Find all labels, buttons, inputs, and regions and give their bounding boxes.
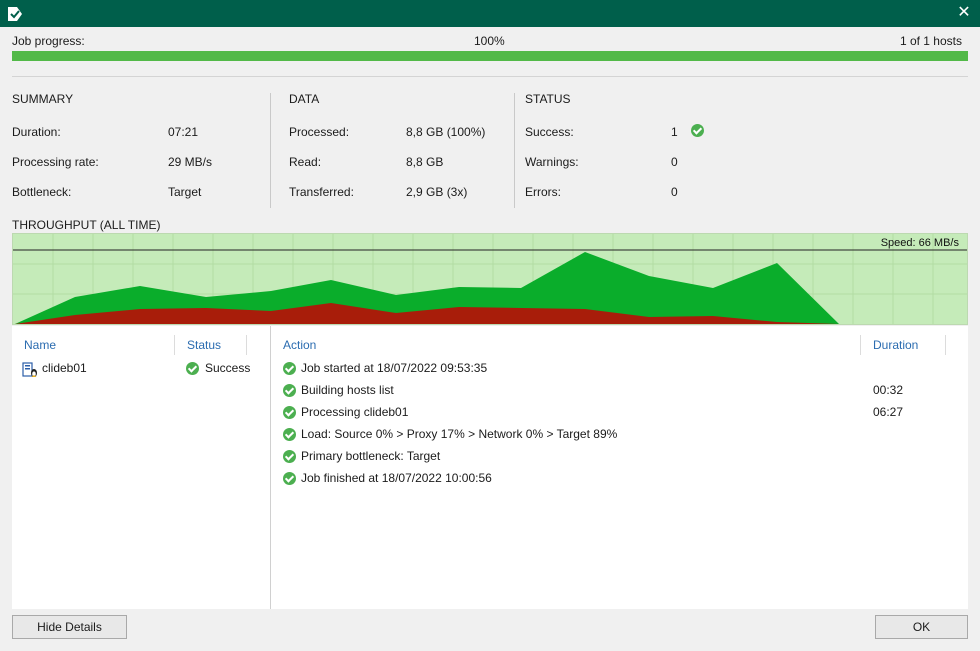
job-progress-percent: 100% bbox=[474, 34, 505, 48]
success-check-icon bbox=[283, 472, 296, 485]
summary-bottleneck-label: Bottleneck: bbox=[12, 185, 72, 199]
data-read-label: Read: bbox=[289, 155, 322, 169]
linux-host-icon bbox=[22, 362, 37, 377]
summary-rate-label: Processing rate: bbox=[12, 155, 99, 169]
throughput-graph bbox=[13, 234, 967, 324]
action-text: Load: Source 0% > Proxy 17% > Network 0%… bbox=[301, 427, 618, 441]
job-progress-bar bbox=[12, 51, 968, 61]
data-processed-label: Processed: bbox=[289, 125, 350, 139]
status-success-label: Success: bbox=[525, 125, 574, 139]
summary-duration-value: 07:21 bbox=[168, 125, 199, 139]
hosts-table: Name Status clideb01 Success bbox=[12, 326, 270, 609]
section-divider bbox=[270, 93, 271, 208]
data-title: DATA bbox=[289, 92, 320, 106]
success-check-icon bbox=[283, 450, 296, 463]
title-bar: ✕ bbox=[0, 0, 980, 27]
actions-table: Action Duration Job started at 18/07/202… bbox=[271, 326, 968, 609]
success-check-icon bbox=[283, 384, 296, 397]
action-duration: 00:32 bbox=[873, 383, 904, 397]
status-warnings-label: Warnings: bbox=[525, 155, 579, 169]
data-transferred-label: Transferred: bbox=[289, 185, 354, 199]
divider bbox=[12, 76, 968, 77]
col-action-header[interactable]: Action bbox=[283, 338, 316, 352]
col-duration-header[interactable]: Duration bbox=[873, 338, 918, 352]
success-check-icon bbox=[186, 362, 199, 375]
action-duration: 06:27 bbox=[873, 405, 904, 419]
job-progress-hosts: 1 of 1 hosts bbox=[899, 34, 962, 48]
status-errors-value: 0 bbox=[671, 185, 678, 199]
action-text: Building hosts list bbox=[301, 383, 394, 397]
column-separator[interactable] bbox=[174, 335, 175, 355]
host-status: Success bbox=[205, 361, 251, 375]
status-title: STATUS bbox=[525, 92, 571, 106]
throughput-chart: Speed: 66 MB/s bbox=[12, 233, 968, 325]
host-name: clideb01 bbox=[42, 361, 87, 375]
action-text: Job started at 18/07/2022 09:53:35 bbox=[301, 361, 488, 375]
success-check-icon bbox=[283, 428, 296, 441]
summary-duration-label: Duration: bbox=[12, 125, 61, 139]
close-icon: ✕ bbox=[957, 4, 971, 21]
section-divider bbox=[514, 93, 515, 208]
success-check-icon bbox=[283, 362, 296, 375]
data-transferred-value: 2,9 GB (3x) bbox=[406, 185, 468, 199]
action-text: Primary bottleneck: Target bbox=[301, 449, 441, 463]
data-processed-value: 8,8 GB (100%) bbox=[406, 125, 486, 139]
job-progress-fill bbox=[12, 51, 968, 61]
hide-details-button[interactable]: Hide Details bbox=[12, 615, 127, 639]
column-separator[interactable] bbox=[945, 335, 946, 355]
success-check-icon bbox=[691, 124, 704, 137]
summary-rate-value: 29 MB/s bbox=[168, 155, 213, 169]
col-name-header[interactable]: Name bbox=[24, 338, 56, 352]
column-separator[interactable] bbox=[246, 335, 247, 355]
data-read-value: 8,8 GB bbox=[406, 155, 444, 169]
job-icon bbox=[8, 7, 22, 21]
throughput-title: THROUGHPUT (ALL TIME) bbox=[12, 218, 161, 232]
job-progress-label: Job progress: bbox=[12, 34, 85, 48]
close-button[interactable]: ✕ bbox=[954, 3, 974, 23]
status-warnings-value: 0 bbox=[671, 155, 678, 169]
summary-title: SUMMARY bbox=[12, 92, 74, 106]
status-errors-label: Errors: bbox=[525, 185, 561, 199]
action-text: Job finished at 18/07/2022 10:00:56 bbox=[301, 471, 492, 485]
summary-bottleneck-value: Target bbox=[168, 185, 202, 199]
column-separator[interactable] bbox=[860, 335, 861, 355]
status-success-value: 1 bbox=[671, 125, 678, 139]
ok-button[interactable]: OK bbox=[875, 615, 968, 639]
col-status-header[interactable]: Status bbox=[187, 338, 221, 352]
action-text: Processing clideb01 bbox=[301, 405, 409, 419]
speed-label: Speed: 66 MB/s bbox=[880, 237, 959, 249]
success-check-icon bbox=[283, 406, 296, 419]
